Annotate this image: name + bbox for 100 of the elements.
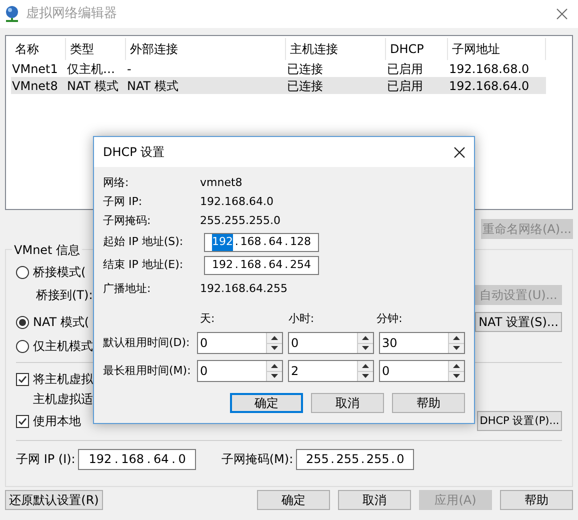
- field-label: 子网掩码(M):: [221, 451, 294, 468]
- ip-address-field[interactable]: 192 . 168 . 64 . 128: [204, 233, 319, 252]
- ip-octet: 64: [268, 257, 283, 274]
- spin-field[interactable]: 0: [379, 360, 465, 382]
- dialog-title: DHCP 设置: [103, 144, 165, 161]
- table-cell-text: 已连接: [286, 60, 324, 78]
- ip-octet: 255: [366, 451, 390, 468]
- radio-label: 仅主机模式: [33, 338, 93, 355]
- info-label: 子网掩码:: [103, 213, 152, 230]
- ip-dot: .: [330, 451, 334, 468]
- spin-field[interactable]: 0: [197, 360, 283, 382]
- radio-button[interactable]: [16, 316, 29, 328]
- ip-octet: 168: [240, 257, 262, 274]
- field-label: 起始 IP 地址(S):: [103, 234, 184, 250]
- table-cell-text: -: [126, 60, 132, 78]
- table-cell-text: 已启用: [386, 60, 424, 78]
- up-triangle-icon: [453, 336, 460, 340]
- table-cell-text: 192.168.68.0: [448, 60, 530, 78]
- table-cell-text: VMnet1: [11, 60, 59, 78]
- ip-octet: 254: [290, 257, 311, 274]
- ip-octet: 64: [153, 451, 169, 468]
- spin-up-button[interactable]: [267, 333, 282, 344]
- spin-up-button[interactable]: [449, 333, 464, 344]
- dialog-button[interactable]: NAT 设置(S)...: [475, 312, 562, 332]
- column-label: 小时:: [288, 310, 316, 326]
- ip-octet: 168: [240, 234, 262, 250]
- field-label: 桥接到(T):: [36, 287, 93, 304]
- dialog-button[interactable]: 确定: [257, 490, 330, 510]
- ip-address-field[interactable]: 192 . 168 . 64 . 254: [204, 256, 319, 275]
- window-title: 虚拟网络编辑器: [26, 5, 117, 24]
- spin-field[interactable]: 0: [288, 332, 374, 354]
- ip-dot: .: [263, 234, 267, 250]
- dialog-button[interactable]: 帮助: [392, 393, 465, 413]
- column-header[interactable]: 子网地址: [448, 38, 546, 60]
- dialog-button[interactable]: 取消: [338, 490, 411, 510]
- down-triangle-icon: [362, 374, 369, 378]
- checkbox[interactable]: [16, 414, 29, 428]
- checkbox-label: 使用本地: [33, 413, 81, 430]
- table-cell-text: NAT 模式: [66, 78, 120, 94]
- ip-address-field[interactable]: 192 . 168 . 64 . 0: [78, 448, 196, 470]
- ip-dot: .: [234, 257, 238, 274]
- dialog-button[interactable]: 还原默认设置(R): [5, 490, 103, 510]
- spin-field[interactable]: 30: [379, 332, 465, 354]
- up-triangle-icon: [271, 364, 278, 368]
- table-cell-text: 仅主机…: [66, 60, 116, 78]
- up-triangle-icon: [362, 336, 369, 340]
- column-header[interactable]: 类型: [66, 38, 126, 60]
- ip-octet: 255: [306, 451, 329, 468]
- ip-octet: 192: [212, 234, 233, 251]
- down-triangle-icon: [453, 374, 460, 378]
- up-triangle-icon: [453, 364, 460, 368]
- ip-dot: .: [284, 257, 288, 274]
- table-row[interactable]: VMnet8 NAT 模式 NAT 模式 已连接 已启用 192.168.64.0: [11, 77, 546, 94]
- radio-label: NAT 模式(: [33, 314, 90, 331]
- dialog-button[interactable]: 确定: [230, 393, 303, 413]
- info-value: 192.168.64.255: [200, 280, 288, 297]
- down-triangle-icon: [362, 346, 369, 350]
- info-value: 192.168.64.0: [200, 194, 274, 210]
- ip-octet: 255: [336, 451, 360, 468]
- field-label: 子网 IP (I):: [16, 451, 76, 468]
- spin-up-button[interactable]: [358, 361, 373, 372]
- spin-up-button[interactable]: [449, 361, 464, 372]
- dialog-button[interactable]: 取消: [311, 393, 384, 413]
- field-label: 结束 IP 地址(E):: [103, 257, 184, 274]
- table-row[interactable]: VMnet1 仅主机… - 已连接 已启用 192.168.68.0: [11, 60, 546, 77]
- spin-field[interactable]: 2: [288, 360, 374, 382]
- spin-up-button[interactable]: [358, 333, 373, 344]
- down-triangle-icon: [271, 346, 278, 350]
- ip-dot: .: [391, 451, 395, 468]
- column-header[interactable]: 名称: [11, 38, 66, 60]
- spin-field[interactable]: 0: [197, 332, 283, 354]
- up-triangle-icon: [271, 336, 278, 340]
- ip-dot: .: [172, 451, 176, 468]
- radio-button[interactable]: [16, 266, 29, 278]
- ip-dot: .: [234, 234, 238, 250]
- column-label: 分钟:: [376, 310, 404, 326]
- dialog-button[interactable]: DHCP 设置(P)...: [477, 411, 562, 431]
- info-label: 网络:: [103, 175, 130, 192]
- table-cell-text: VMnet8: [11, 78, 59, 94]
- column-header[interactable]: DHCP: [386, 38, 448, 60]
- checkbox[interactable]: [16, 372, 29, 386]
- ip-dot: .: [114, 451, 118, 468]
- table-cell-text: 已连接: [286, 78, 324, 94]
- spin-up-button[interactable]: [267, 361, 282, 372]
- radio-button[interactable]: [16, 340, 29, 352]
- ip-dot: .: [263, 257, 267, 274]
- down-triangle-icon: [453, 346, 460, 350]
- column-header[interactable]: 外部连接: [126, 38, 286, 60]
- up-triangle-icon: [362, 364, 369, 368]
- close-icon[interactable]: [454, 146, 465, 158]
- field-label: 最长租用时间(M):: [103, 362, 192, 379]
- ip-dot: .: [146, 451, 151, 468]
- field-label: 默认租用时间(D):: [103, 334, 191, 351]
- dialog-button[interactable]: 帮助: [500, 490, 573, 510]
- ip-address-field[interactable]: 255.255.255.0: [296, 448, 414, 470]
- ip-octet: 168: [121, 451, 144, 468]
- table-cell-text: 已启用: [386, 78, 424, 94]
- ip-octet: 64: [268, 234, 283, 250]
- column-header[interactable]: 主机连接: [286, 38, 386, 60]
- table-cell-text: NAT 模式: [126, 78, 180, 94]
